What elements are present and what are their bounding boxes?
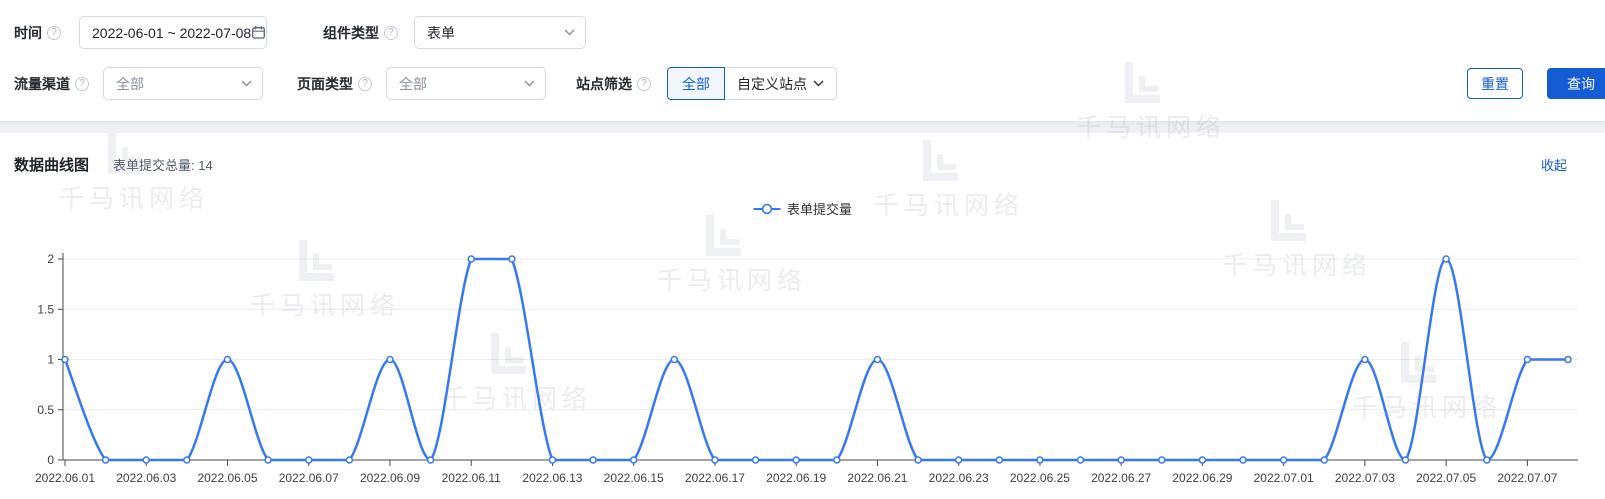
svg-text:2022.06.07: 2022.06.07 [279, 471, 339, 485]
svg-text:2022.06.09: 2022.06.09 [360, 471, 420, 485]
filter-panel: 时间 2022-06-01 ~ 2022-07-08 组件类型 表单 流量渠道 … [0, 0, 1605, 121]
svg-text:2022.06.21: 2022.06.21 [847, 471, 907, 485]
svg-text:2022.07.01: 2022.07.01 [1254, 471, 1314, 485]
site-filter-custom-label: 自定义站点 [737, 74, 807, 94]
site-filter-segmented: 全部 自定义站点 [667, 67, 837, 100]
chart-title: 数据曲线图 [14, 154, 89, 175]
legend-item-form-submissions[interactable]: 表单提交量 [753, 199, 852, 218]
chevron-down-icon [241, 80, 252, 87]
svg-text:2022.07.07: 2022.07.07 [1497, 471, 1557, 485]
filter-row-1: 时间 2022-06-01 ~ 2022-07-08 组件类型 表单 [14, 16, 1605, 49]
chevron-down-icon [564, 29, 575, 36]
filter-row-2: 流量渠道 全部 页面类型 全部 站点筛选 全部 自定义站点 [14, 67, 1605, 100]
svg-text:2022.06.13: 2022.06.13 [522, 471, 582, 485]
total-submissions-label: 表单提交总量: 14 [113, 155, 213, 174]
svg-text:2: 2 [47, 252, 54, 266]
traffic-channel-value: 全部 [116, 74, 241, 94]
query-button[interactable]: 查询 [1547, 68, 1605, 99]
svg-text:2022.06.03: 2022.06.03 [116, 471, 176, 485]
page-type-help-icon[interactable] [358, 77, 372, 91]
svg-text:2022.06.29: 2022.06.29 [1172, 471, 1232, 485]
component-type-help-icon[interactable] [384, 26, 398, 40]
svg-text:2022.06.17: 2022.06.17 [685, 471, 745, 485]
svg-text:0.5: 0.5 [37, 403, 54, 417]
legend-line-marker-icon [753, 203, 781, 215]
svg-text:2022.06.25: 2022.06.25 [1010, 471, 1070, 485]
chart-header: 数据曲线图 表单提交总量: 14 收起 [14, 154, 1567, 175]
page-type-select[interactable]: 全部 [386, 67, 546, 100]
svg-text:1.5: 1.5 [37, 302, 54, 316]
traffic-channel-label: 流量渠道 [14, 74, 70, 94]
svg-text:2022.06.23: 2022.06.23 [929, 471, 989, 485]
line-chart[interactable]: 0 0.5 1 1.5 2 2022.06.01 2022.06.03 2022.06.05 2… [0, 240, 1605, 499]
svg-text:2022.06.15: 2022.06.15 [604, 471, 664, 485]
svg-text:2022.07.03: 2022.07.03 [1335, 471, 1395, 485]
svg-text:0: 0 [47, 453, 54, 467]
date-range-input[interactable]: 2022-06-01 ~ 2022-07-08 [79, 16, 267, 49]
svg-text:2022.06.05: 2022.06.05 [197, 471, 257, 485]
component-type-label: 组件类型 [323, 23, 379, 43]
chart-panel: 数据曲线图 表单提交总量: 14 收起 表单提交量 0 0.5 1 1.5 2 2022.… [0, 133, 1605, 499]
calendar-icon [251, 25, 266, 40]
svg-text:2022.06.11: 2022.06.11 [442, 471, 501, 485]
date-range-value: 2022-06-01 ~ 2022-07-08 [92, 25, 251, 41]
site-filter-label: 站点筛选 [576, 74, 632, 94]
legend-label: 表单提交量 [787, 199, 852, 218]
svg-text:1: 1 [47, 353, 54, 367]
svg-text:2022.06.01: 2022.06.01 [35, 471, 95, 485]
component-type-value: 表单 [427, 23, 564, 43]
page-type-value: 全部 [399, 74, 524, 94]
reset-button[interactable]: 重置 [1467, 68, 1523, 99]
page-type-label: 页面类型 [297, 74, 353, 94]
chevron-down-icon [524, 80, 535, 87]
section-divider [0, 121, 1605, 133]
svg-text:2022.06.19: 2022.06.19 [766, 471, 826, 485]
collapse-link[interactable]: 收起 [1541, 155, 1567, 174]
chevron-down-icon [813, 80, 824, 87]
legend-row: 表单提交量 [0, 199, 1605, 218]
svg-text:2022.07.05: 2022.07.05 [1416, 471, 1476, 485]
site-filter-custom-button[interactable]: 自定义站点 [725, 67, 837, 100]
component-type-select[interactable]: 表单 [414, 16, 586, 49]
svg-text:2022.06.27: 2022.06.27 [1091, 471, 1151, 485]
time-help-icon[interactable] [47, 26, 61, 40]
traffic-channel-select[interactable]: 全部 [103, 67, 263, 100]
traffic-channel-help-icon[interactable] [75, 77, 89, 91]
site-filter-help-icon[interactable] [637, 77, 651, 91]
site-filter-all-button[interactable]: 全部 [667, 67, 725, 100]
time-label: 时间 [14, 23, 42, 43]
